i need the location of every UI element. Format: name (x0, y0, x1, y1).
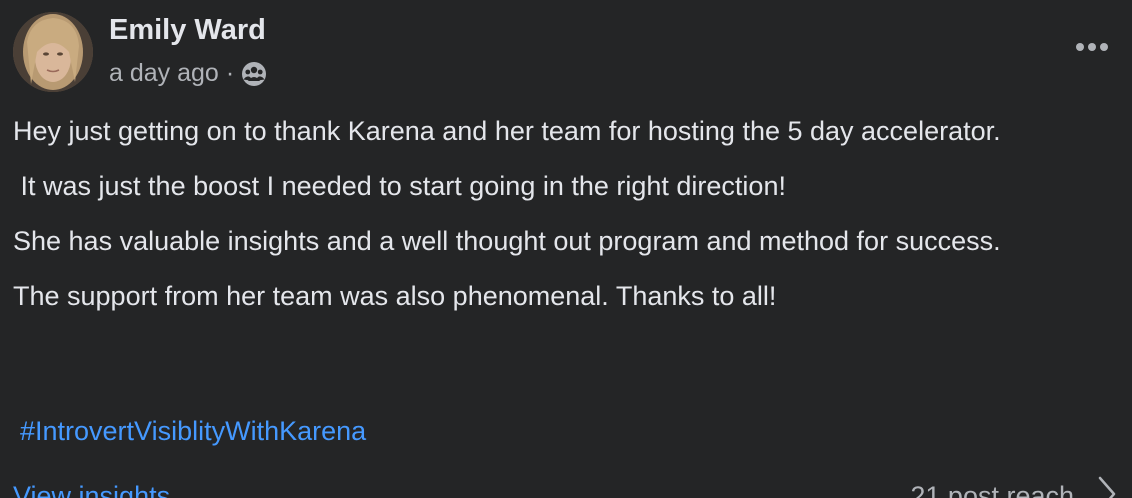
meta-separator: · (225, 59, 235, 87)
more-dot (1100, 43, 1108, 51)
more-options-icon[interactable] (1070, 32, 1114, 62)
post-card: Emily Ward a day ago · Hey just getting … (0, 0, 1132, 498)
chevron-right-icon[interactable] (1096, 474, 1118, 498)
post-meta: a day ago · (109, 59, 267, 88)
post-time[interactable]: a day ago (109, 59, 219, 88)
post-paragraph: Hey just getting on to thank Karena and … (13, 116, 1001, 146)
post-body: Hey just getting on to thank Karena and … (13, 111, 1093, 331)
author-avatar[interactable] (13, 12, 93, 92)
view-insights-link[interactable]: View insights (13, 476, 170, 498)
more-dot (1076, 43, 1084, 51)
group-icon[interactable] (241, 61, 267, 87)
post-reach-count: 21 post reach (910, 481, 1074, 498)
more-dot (1088, 43, 1096, 51)
post-paragraph: It was just the boost I needed to start … (13, 171, 786, 201)
hashtag-link[interactable]: #IntrovertVisiblityWithKarena (20, 411, 366, 451)
post-paragraph: She has valuable insights and a well tho… (13, 226, 1001, 256)
post-paragraph: The support from her team was also pheno… (13, 281, 777, 311)
author-name[interactable]: Emily Ward (109, 14, 266, 47)
